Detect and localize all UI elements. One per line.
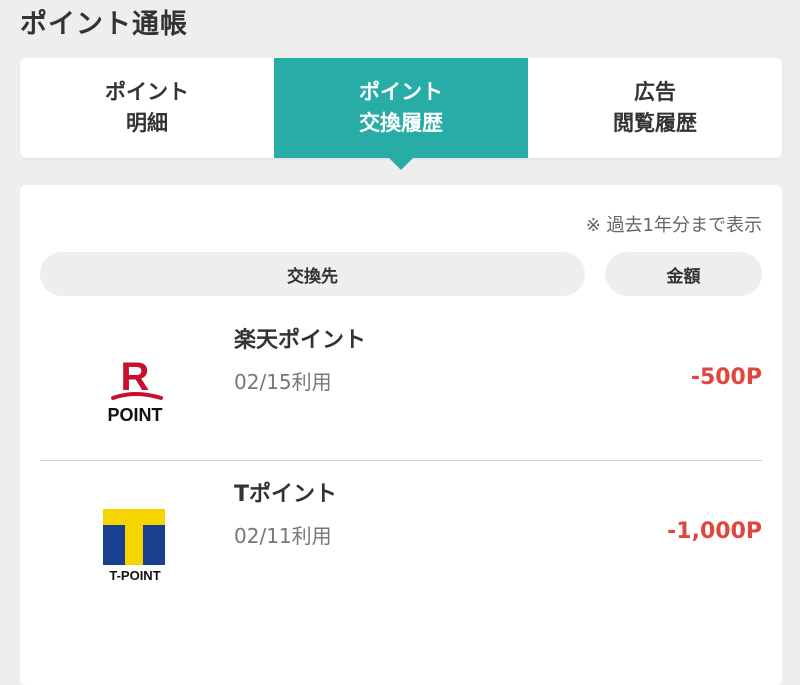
page-title: ポイント通帳 bbox=[20, 9, 188, 40]
exchange-history-panel: ※ 過去1年分まで表示 交換先 金額 R POINT 楽天ポイント 02/15利… bbox=[20, 185, 782, 685]
exchange-date: 02/15利用 bbox=[234, 370, 332, 394]
exchange-amount: -500P bbox=[690, 365, 762, 390]
tab-bar: ポイント 明細 ポイント 交換履歴 広告 閲覧履歴 bbox=[20, 58, 782, 170]
exchange-amount: -1,000P bbox=[667, 519, 762, 544]
exchange-destination-name: Tポイント bbox=[234, 482, 338, 507]
svg-text:POINT: POINT bbox=[107, 405, 162, 425]
svg-text:T-POINT: T-POINT bbox=[109, 568, 160, 581]
rakuten-point-logo: R POINT bbox=[107, 355, 163, 425]
divider bbox=[40, 460, 762, 461]
t-point-logo: T-POINT bbox=[103, 509, 165, 581]
list-item: T-POINT Tポイント 02/11利用 -1,000P bbox=[20, 471, 782, 631]
list-item: R POINT 楽天ポイント 02/15利用 -500P bbox=[20, 305, 782, 465]
exchange-date: 02/11利用 bbox=[234, 524, 332, 548]
tab-ad-view-history[interactable]: 広告 閲覧履歴 bbox=[528, 58, 782, 158]
period-note: ※ 過去1年分まで表示 bbox=[585, 215, 762, 236]
column-header-amount: 金額 bbox=[605, 252, 762, 296]
column-header-destination: 交換先 bbox=[40, 252, 585, 296]
exchange-destination-name: 楽天ポイント bbox=[234, 328, 367, 353]
tab-point-details[interactable]: ポイント 明細 bbox=[20, 58, 274, 158]
tab-point-exchange-history[interactable]: ポイント 交換履歴 bbox=[274, 58, 528, 170]
